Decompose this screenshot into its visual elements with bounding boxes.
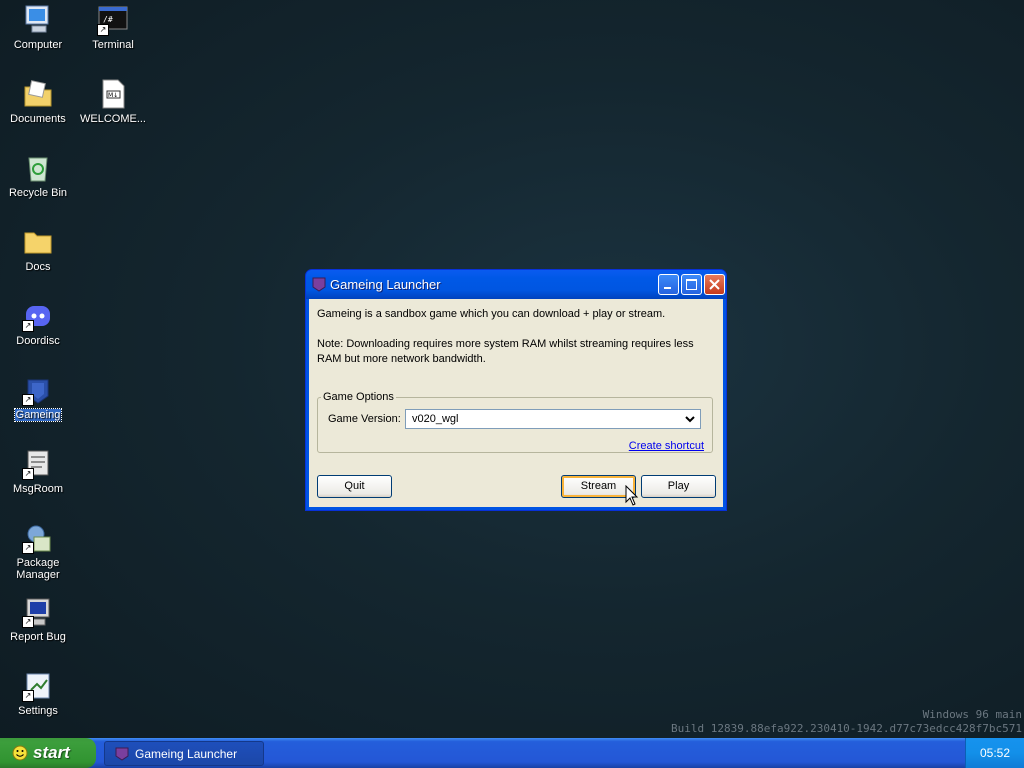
desktop-icon-label: Docs — [25, 261, 51, 273]
window-title: Gameing Launcher — [330, 277, 441, 292]
taskbar: start Gameing Launcher 05:52 — [0, 738, 1024, 768]
desktop-icon-label: WELCOME... — [79, 113, 146, 125]
desktop-icon-recycle-bin[interactable]: Recycle Bin — [1, 152, 75, 199]
documents-icon — [22, 78, 54, 110]
watermark-line-2: Build 12839.88efa922.230410-1942.d77c73e… — [671, 722, 1022, 735]
taskbar-item-label: Gameing Launcher — [135, 747, 238, 761]
computer-icon — [22, 4, 54, 36]
desktop-icon-computer[interactable]: Computer — [1, 4, 75, 51]
recycle-bin-icon — [22, 152, 54, 184]
shortcut-arrow-icon: ↗ — [22, 542, 34, 554]
folder-icon — [22, 226, 54, 258]
shortcut-arrow-icon: ↗ — [22, 468, 34, 480]
desktop-icon-documents[interactable]: Documents — [1, 78, 75, 125]
mouse-cursor-icon — [625, 485, 639, 506]
msgroom-icon: ↗ — [22, 448, 54, 480]
desktop-icon-label: Gameing — [13, 408, 63, 422]
description-text: Gameing is a sandbox game which you can … — [317, 308, 666, 320]
gameing-icon: ↗ — [22, 374, 54, 406]
desktop-icon-gameing[interactable]: ↗ Gameing — [1, 374, 75, 422]
desktop-icon-msgroom[interactable]: ↗ MsgRoom — [1, 448, 75, 495]
start-button[interactable]: start — [0, 738, 96, 768]
desktop-icon-label: Doordisc — [16, 335, 60, 347]
taskbar-item-gameing-launcher[interactable]: Gameing Launcher — [104, 741, 264, 766]
desktop-icon-label: Recycle Bin — [8, 187, 68, 199]
build-watermark: Windows 96 main Build 12839.88efa922.2304… — [671, 708, 1022, 736]
shortcut-arrow-icon: ↗ — [22, 320, 34, 332]
maximize-icon — [686, 279, 697, 290]
report-bug-icon: ↗ — [22, 596, 54, 628]
window-titlebar[interactable]: Gameing Launcher — [306, 270, 726, 299]
create-shortcut-link[interactable]: Create shortcut — [629, 440, 704, 452]
close-button[interactable] — [704, 274, 725, 295]
play-button[interactable]: Play — [641, 475, 716, 498]
settings-icon: ↗ — [22, 670, 54, 702]
desktop-icon-label: Package Manager — [16, 557, 60, 581]
svg-text:/#: /# — [103, 15, 113, 24]
desktop-icon-package-manager[interactable]: ↗ Package Manager — [1, 522, 75, 581]
desktop-icon-label: Report Bug — [10, 631, 66, 643]
desktop-icon-label: Settings — [18, 705, 58, 717]
launcher-window[interactable]: Gameing Launcher Gameing is a sandbox ga… — [305, 269, 727, 511]
desktop-icon-report-bug[interactable]: ↗ Report Bug — [1, 596, 75, 643]
window-client-area: Gameing is a sandbox game which you can … — [309, 299, 723, 507]
note-text: Note: Downloading requires more system R… — [317, 338, 694, 365]
group-title: Game Options — [323, 391, 394, 403]
desktop-icon-label: Terminal — [92, 39, 134, 51]
clock[interactable]: 05:52 — [980, 746, 1010, 760]
markdown-file-icon: M↓ — [97, 78, 129, 110]
desktop-icon-doordisc[interactable]: ↗ Doordisc — [1, 300, 75, 347]
minimize-icon — [664, 287, 671, 289]
game-version-select[interactable]: v020_wgl — [405, 409, 701, 429]
minimize-button[interactable] — [658, 274, 679, 295]
terminal-icon: /# ↗ — [97, 4, 129, 36]
system-tray: 05:52 — [965, 738, 1024, 768]
game-version-label: Game Version: — [328, 413, 401, 425]
shortcut-arrow-icon: ↗ — [22, 690, 34, 702]
shortcut-arrow-icon: ↗ — [97, 24, 109, 36]
package-manager-icon: ↗ — [22, 522, 54, 554]
smiley-icon — [12, 745, 28, 761]
start-label: start — [33, 743, 70, 762]
watermark-line-1: Windows 96 main — [922, 708, 1022, 721]
desktop-icon-terminal[interactable]: /# ↗ Terminal — [76, 4, 150, 51]
desktop-icon-label: Documents — [10, 113, 66, 125]
close-icon — [709, 279, 720, 290]
game-version-value: v020_wgl — [412, 413, 459, 425]
desktop-icon-docs[interactable]: Docs — [1, 226, 75, 273]
shortcut-arrow-icon: ↗ — [22, 394, 34, 406]
chevron-down-icon — [685, 416, 695, 423]
maximize-button[interactable] — [681, 274, 702, 295]
desktop-icon-label: MsgRoom — [12, 483, 64, 495]
doordisc-icon: ↗ — [22, 300, 54, 332]
quit-button[interactable]: Quit — [317, 475, 392, 498]
desktop-icon-settings[interactable]: ↗ Settings — [1, 670, 75, 717]
desktop-icon-welcome[interactable]: M↓ WELCOME... — [76, 78, 150, 125]
shortcut-arrow-icon: ↗ — [22, 616, 34, 628]
gameing-icon — [311, 276, 327, 292]
desktop-icon-label: Computer — [13, 39, 63, 51]
svg-text:M↓: M↓ — [108, 92, 118, 99]
gameing-icon — [115, 747, 129, 761]
